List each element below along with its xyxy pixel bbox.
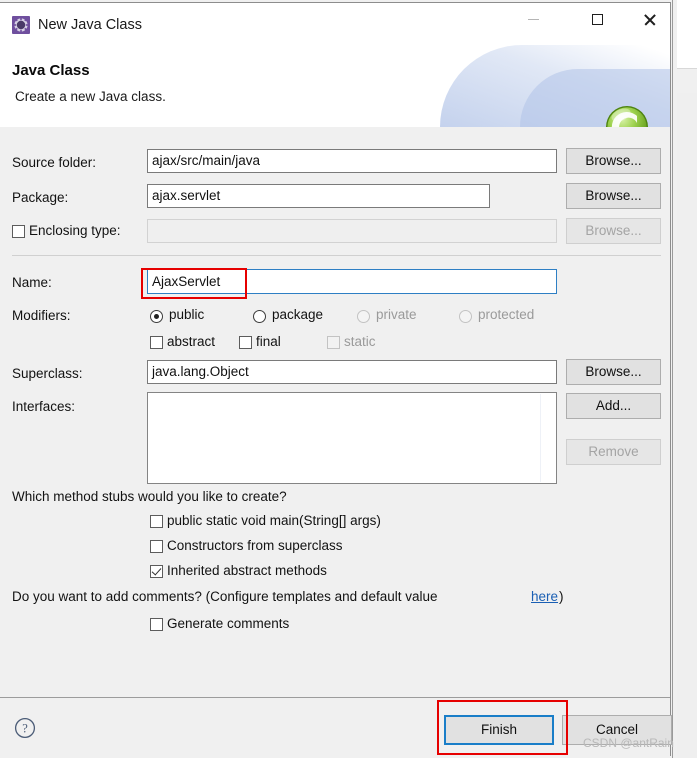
minimize-button[interactable] bbox=[510, 3, 556, 35]
comments-question-before: Do you want to add comments? (Configure … bbox=[12, 589, 438, 604]
enclosing-type-input bbox=[147, 219, 557, 243]
interfaces-remove-button: Remove bbox=[566, 439, 661, 465]
modifier-label-private: private bbox=[376, 307, 417, 322]
finish-button[interactable]: Finish bbox=[444, 715, 554, 745]
eclipse-wizard-logo-icon bbox=[601, 103, 653, 127]
close-icon bbox=[643, 13, 656, 26]
section-divider bbox=[12, 255, 661, 256]
superclass-label: Superclass: bbox=[12, 366, 83, 381]
enclosing-type-browse-button: Browse... bbox=[566, 218, 661, 244]
background-panel-strip bbox=[677, 68, 697, 94]
background-divider bbox=[672, 0, 673, 758]
help-icon[interactable]: ? bbox=[14, 717, 36, 739]
package-browse-button[interactable]: Browse... bbox=[566, 183, 661, 209]
interfaces-listbox[interactable] bbox=[147, 392, 557, 484]
modifier-radio-package[interactable] bbox=[253, 310, 266, 323]
background-panel-body bbox=[677, 93, 697, 758]
page-title: Java Class bbox=[12, 62, 90, 79]
method-stub-checkbox-inherited[interactable] bbox=[150, 565, 163, 578]
method-stub-label-main: public static void main(String[] args) bbox=[167, 513, 381, 528]
watermark: CSDN @antRain bbox=[583, 736, 674, 750]
background-panel-top bbox=[677, 0, 697, 68]
comments-question-after: ) bbox=[559, 589, 564, 604]
method-stub-label-constructors: Constructors from superclass bbox=[167, 538, 343, 553]
modifier-checkbox-abstract[interactable] bbox=[150, 336, 163, 349]
interfaces-scrollbar[interactable] bbox=[540, 394, 555, 482]
source-folder-input[interactable]: ajax/src/main/java bbox=[147, 149, 557, 173]
modifier-label-static: static bbox=[344, 334, 376, 349]
title-bar: New Java Class bbox=[0, 3, 670, 45]
modifiers-label: Modifiers: bbox=[12, 308, 71, 323]
modifier-radio-public[interactable] bbox=[150, 310, 163, 323]
method-stub-checkbox-constructors[interactable] bbox=[150, 540, 163, 553]
source-folder-label: Source folder: bbox=[12, 155, 97, 170]
package-label: Package: bbox=[12, 190, 69, 205]
method-stubs-question: Which method stubs would you like to cre… bbox=[12, 489, 287, 504]
minimize-icon bbox=[527, 18, 539, 20]
modifier-label-package: package bbox=[272, 307, 324, 322]
modifier-checkbox-static bbox=[327, 336, 340, 349]
name-label: Name: bbox=[12, 275, 52, 290]
new-java-class-dialog: New Java Class Java Class Create a new J… bbox=[0, 2, 672, 756]
maximize-button[interactable] bbox=[574, 3, 620, 35]
enclosing-type-checkbox[interactable] bbox=[12, 225, 25, 238]
superclass-browse-button[interactable]: Browse... bbox=[566, 359, 661, 385]
interfaces-label: Interfaces: bbox=[12, 399, 76, 414]
modifier-label-abstract: abstract bbox=[167, 334, 216, 349]
modifier-radio-private bbox=[357, 310, 370, 323]
method-stub-label-inherited: Inherited abstract methods bbox=[167, 563, 327, 578]
interfaces-add-button[interactable]: Add... bbox=[566, 393, 661, 419]
modifier-label-public: public bbox=[169, 307, 205, 322]
modifier-label-final: final bbox=[256, 334, 281, 349]
method-stub-checkbox-main[interactable] bbox=[150, 515, 163, 528]
generate-comments-checkbox[interactable] bbox=[150, 618, 163, 631]
superclass-input[interactable]: java.lang.Object bbox=[147, 360, 557, 384]
maximize-icon bbox=[591, 13, 603, 25]
java-class-icon bbox=[12, 16, 30, 34]
close-button[interactable] bbox=[626, 3, 672, 35]
svg-text:?: ? bbox=[22, 721, 28, 735]
source-folder-browse-button[interactable]: Browse... bbox=[566, 148, 661, 174]
dialog-body: Source folder: ajax/src/main/java Browse… bbox=[0, 127, 670, 697]
package-input[interactable]: ajax.servlet bbox=[147, 184, 490, 208]
modifier-label-protected: protected bbox=[478, 307, 535, 322]
modifier-radio-protected bbox=[459, 310, 472, 323]
configure-templates-link[interactable]: here bbox=[531, 589, 558, 604]
enclosing-type-label: Enclosing type: bbox=[29, 223, 121, 238]
page-description: Create a new Java class. bbox=[15, 89, 166, 104]
name-input[interactable]: AjaxServlet bbox=[147, 269, 557, 294]
window-title: New Java Class bbox=[38, 17, 142, 33]
wizard-banner: Java Class Create a new Java class. bbox=[0, 45, 670, 128]
modifier-checkbox-final[interactable] bbox=[239, 336, 252, 349]
generate-comments-label: Generate comments bbox=[167, 616, 290, 631]
